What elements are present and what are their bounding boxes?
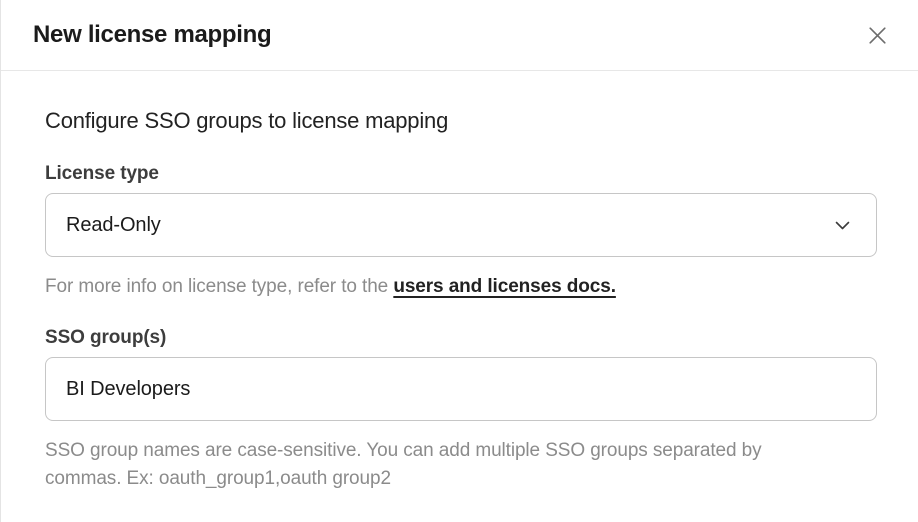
users-and-licenses-docs-link[interactable]: users and licenses docs.	[393, 276, 616, 297]
new-license-mapping-modal: New license mapping Configure SSO groups…	[0, 0, 918, 522]
license-type-helper-text: For more info on license type, refer to …	[45, 276, 393, 297]
modal-header: New license mapping	[1, 0, 918, 71]
sso-groups-label: SSO group(s)	[45, 325, 877, 351]
chevron-down-icon	[835, 221, 850, 230]
sso-groups-input[interactable]	[45, 357, 877, 421]
modal-body: Configure SSO groups to license mapping …	[1, 107, 918, 493]
close-button[interactable]	[862, 20, 892, 50]
sso-groups-helper: SSO group names are case-sensitive. You …	[45, 437, 775, 493]
license-type-select[interactable]: Read-Only	[45, 193, 877, 257]
license-type-selected-value: Read-Only	[66, 214, 161, 237]
section-heading: Configure SSO groups to license mapping	[45, 107, 877, 135]
modal-title: New license mapping	[33, 21, 271, 49]
license-type-helper: For more info on license type, refer to …	[45, 274, 877, 300]
license-type-label: License type	[45, 161, 877, 187]
close-icon	[865, 23, 890, 48]
